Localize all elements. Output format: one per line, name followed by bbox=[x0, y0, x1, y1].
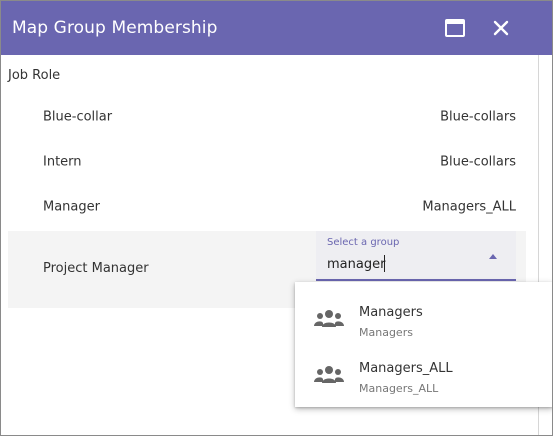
group-options-dropdown: Managers Managers Managers_ALL Managers_… bbox=[295, 282, 552, 407]
maximize-button[interactable] bbox=[439, 12, 471, 44]
group-icon bbox=[314, 310, 344, 327]
option-name: Managers_ALL bbox=[359, 361, 453, 376]
group-option[interactable]: Managers Managers bbox=[295, 289, 552, 345]
job-role-name: Manager bbox=[43, 199, 100, 215]
mapping-row[interactable]: Intern Blue-collars bbox=[8, 140, 526, 184]
mapped-group: Blue-collars bbox=[440, 109, 516, 125]
group-icon bbox=[314, 366, 344, 383]
dialog-titlebar: Map Group Membership bbox=[1, 1, 552, 55]
mapped-group: Blue-collars bbox=[440, 154, 516, 170]
option-name: Managers bbox=[359, 305, 423, 320]
group-select-label: Select a group bbox=[327, 237, 400, 248]
option-subtitle: Managers bbox=[359, 326, 413, 339]
job-role-heading: Job Role bbox=[8, 68, 61, 83]
mapping-row[interactable]: Blue-collar Blue-collars bbox=[8, 95, 526, 139]
map-group-membership-dialog: Map Group Membership Job Role Blue-colla… bbox=[0, 0, 553, 436]
text-cursor bbox=[384, 255, 385, 272]
maximize-icon bbox=[445, 19, 465, 37]
mapping-row[interactable]: Manager Managers_ALL bbox=[8, 185, 526, 229]
dialog-title: Map Group Membership bbox=[12, 18, 218, 38]
job-role-name: Blue-collar bbox=[43, 109, 113, 125]
group-select[interactable]: Select a group bbox=[316, 231, 516, 281]
arrow-up-icon[interactable] bbox=[489, 254, 497, 259]
mapped-group: Managers_ALL bbox=[422, 199, 516, 215]
option-subtitle: Managers_ALL bbox=[359, 382, 439, 395]
group-option[interactable]: Managers_ALL Managers_ALL bbox=[295, 345, 552, 401]
job-role-name: Project Manager bbox=[43, 261, 149, 276]
close-button[interactable] bbox=[485, 12, 517, 44]
job-role-name: Intern bbox=[43, 154, 82, 170]
group-search-input[interactable] bbox=[327, 255, 477, 273]
close-icon bbox=[493, 20, 509, 36]
